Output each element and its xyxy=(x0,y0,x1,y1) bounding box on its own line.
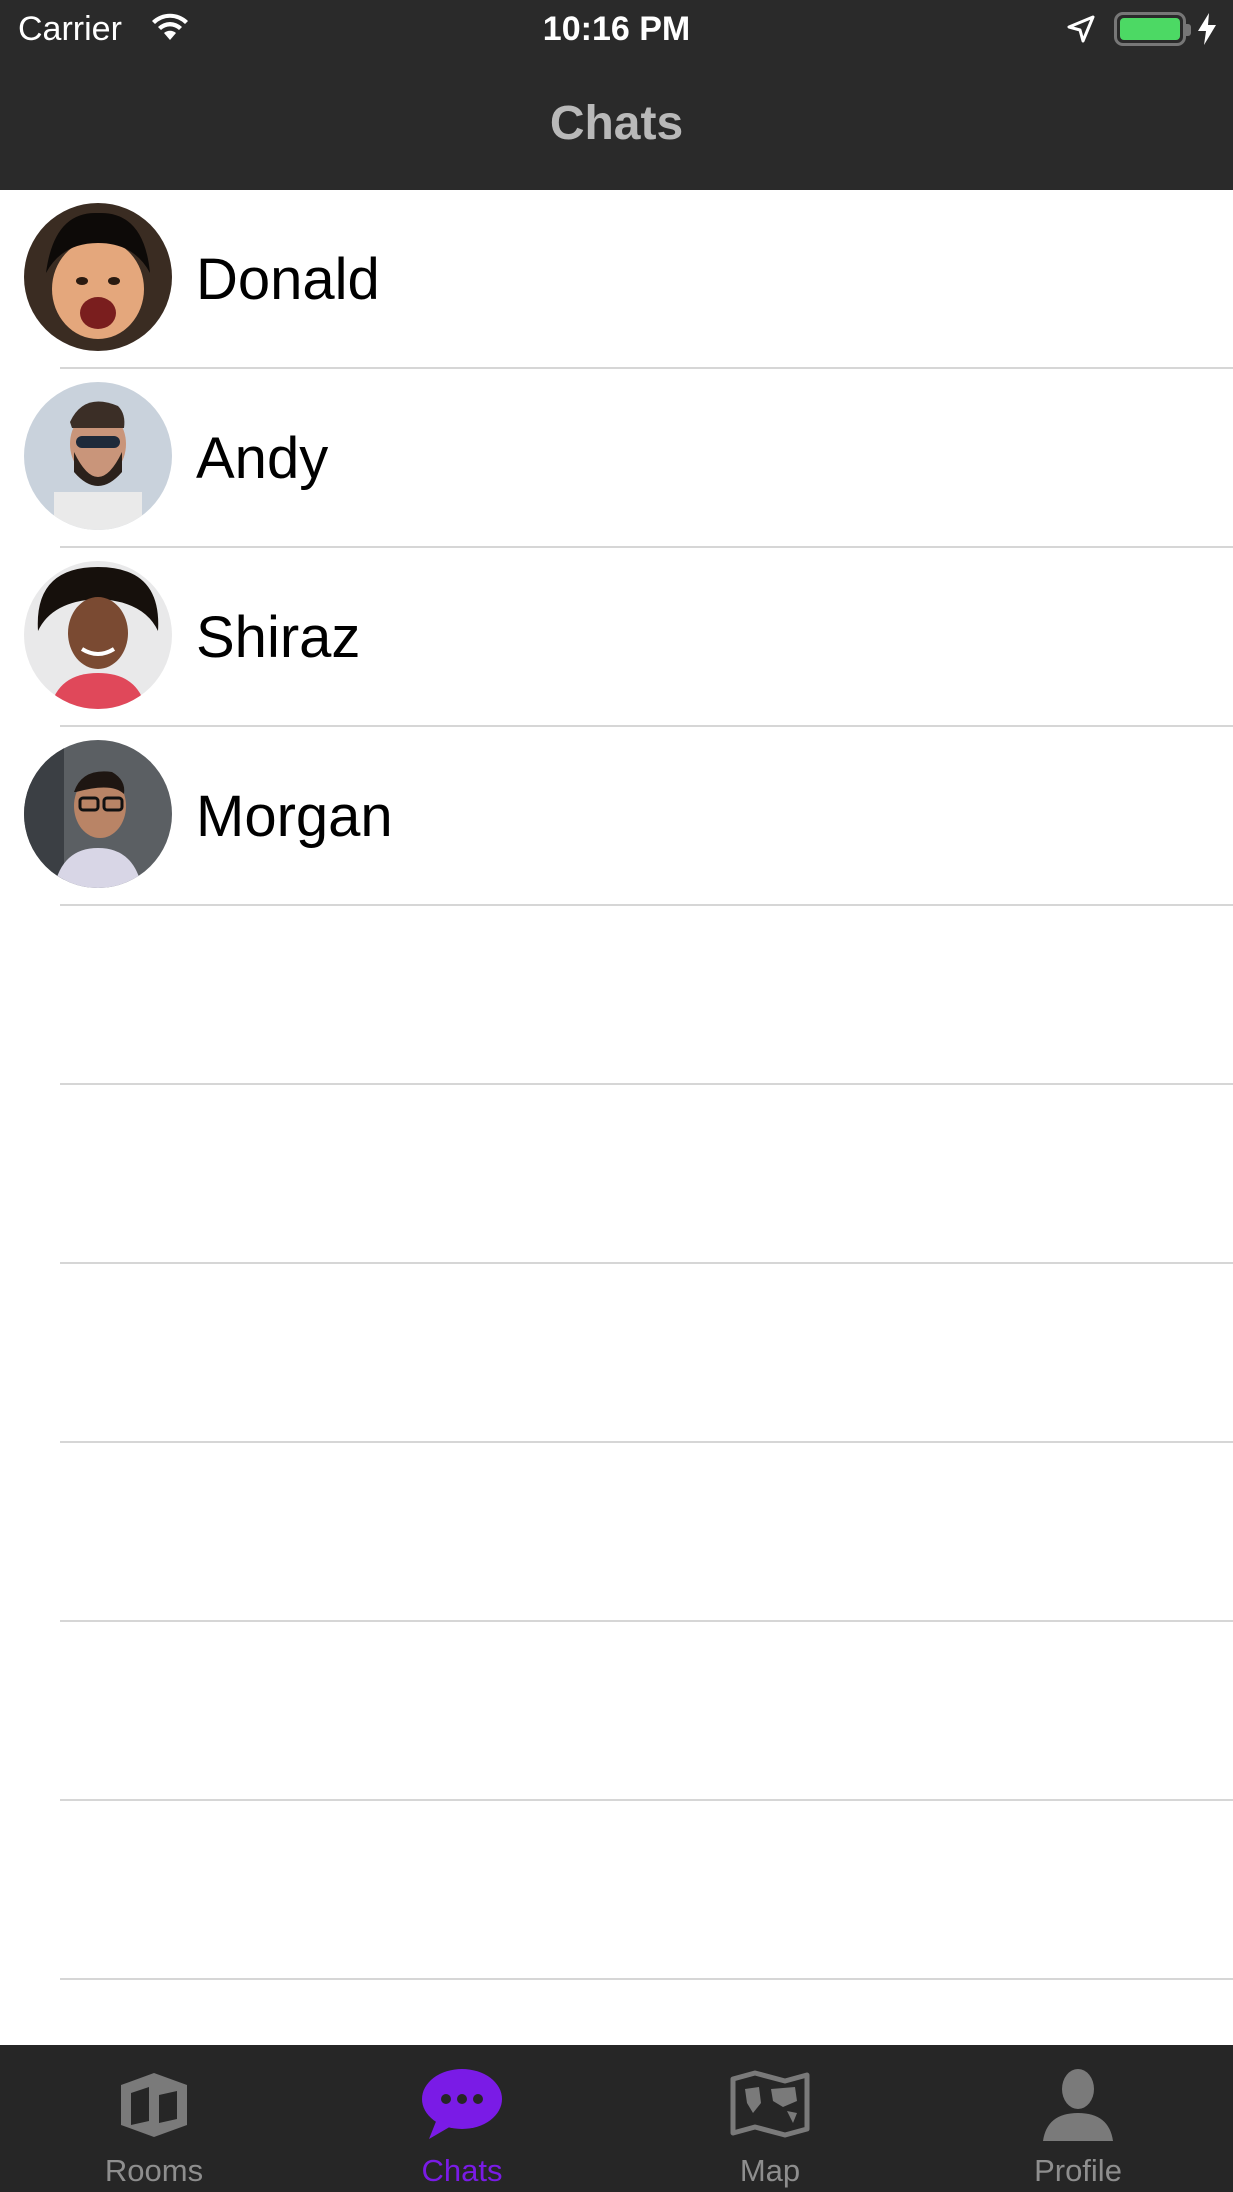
chat-name: Donald xyxy=(196,247,380,312)
chats-screen: Carrier 10:16 PM Chats Donald Andy Shira… xyxy=(0,0,1233,2192)
chat-row-shiraz[interactable]: Shiraz xyxy=(0,548,1233,727)
status-bar: Carrier 10:16 PM xyxy=(0,0,1233,60)
tab-bar: Rooms Chats Map Profile xyxy=(0,2045,1233,2192)
tab-label: Map xyxy=(739,2153,801,2188)
location-arrow-icon xyxy=(1067,15,1095,43)
avatar-morgan xyxy=(24,740,172,888)
tab-label: Chats xyxy=(421,2153,503,2188)
chat-name: Andy xyxy=(196,426,329,491)
row-divider xyxy=(60,1978,1233,1980)
tab-label: Rooms xyxy=(104,2153,204,2188)
chat-row-donald[interactable]: Donald xyxy=(0,190,1233,369)
page-title: Chats xyxy=(549,97,684,150)
chat-row-andy[interactable]: Andy xyxy=(0,369,1233,548)
chat-name: Morgan xyxy=(196,784,393,849)
tab-label: Profile xyxy=(1034,2153,1122,2188)
empty-row xyxy=(0,1801,1233,1980)
chat-name: Shiraz xyxy=(196,605,361,670)
profile-icon xyxy=(1043,2069,1113,2141)
chat-row-morgan[interactable]: Morgan xyxy=(0,727,1233,906)
tab-profile[interactable]: Profile xyxy=(924,2045,1232,2192)
charging-bolt-icon xyxy=(1198,13,1216,45)
empty-row xyxy=(0,906,1233,1085)
tab-rooms[interactable]: Rooms xyxy=(0,2045,308,2192)
rooms-icon xyxy=(121,2073,187,2137)
battery-icon xyxy=(1114,12,1191,46)
avatar-andy xyxy=(24,382,172,530)
chat-list: Donald Andy Shiraz Morgan xyxy=(0,190,1233,1980)
tab-chats[interactable]: Chats xyxy=(308,2045,616,2192)
map-icon xyxy=(730,2070,810,2138)
avatar-shiraz xyxy=(24,561,172,709)
chat-bubble-icon xyxy=(422,2069,502,2139)
empty-row xyxy=(0,1443,1233,1622)
avatar-donald xyxy=(24,203,172,351)
empty-row xyxy=(0,1085,1233,1264)
top-bar: Carrier 10:16 PM Chats xyxy=(0,0,1233,190)
tab-map[interactable]: Map xyxy=(616,2045,924,2192)
clock: 10:16 PM xyxy=(542,10,691,48)
empty-row xyxy=(0,1264,1233,1443)
empty-row xyxy=(0,1622,1233,1801)
